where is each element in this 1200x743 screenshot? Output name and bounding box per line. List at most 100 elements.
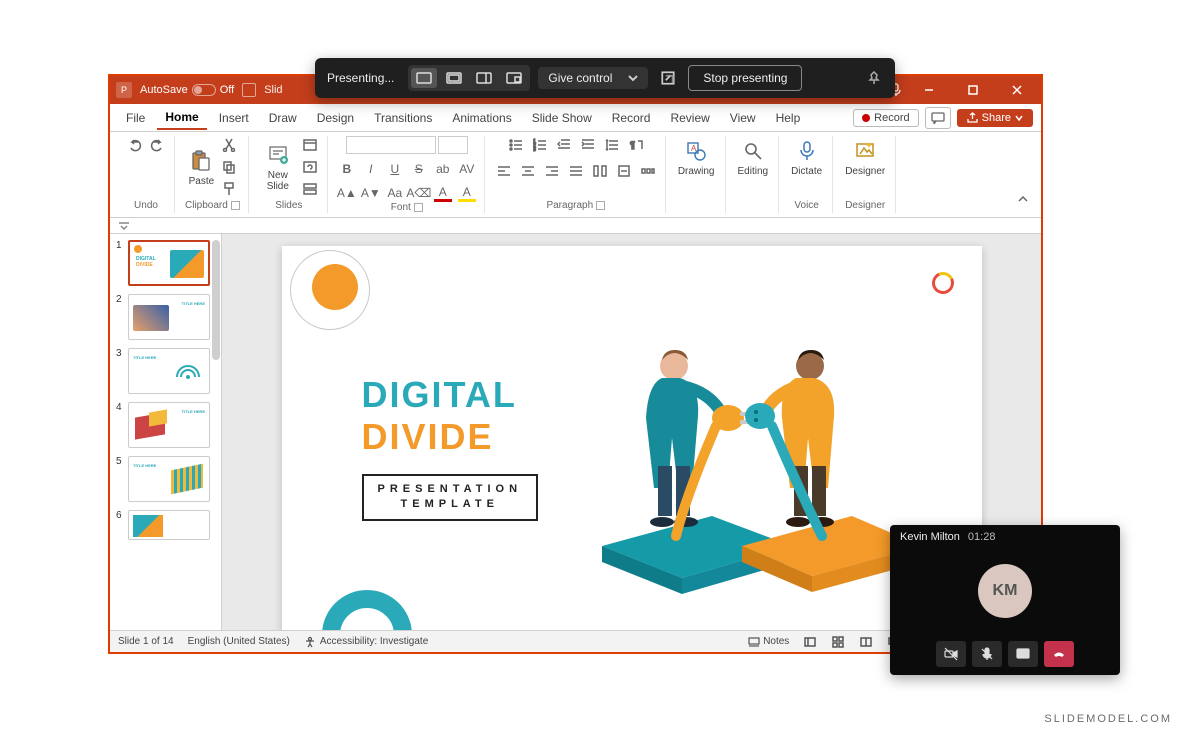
paste-button[interactable]: Paste	[186, 146, 216, 189]
strike-icon[interactable]: S	[410, 160, 428, 178]
bold-icon[interactable]: B	[338, 160, 356, 178]
slide-subtitle[interactable]: PRESENTATION TEMPLATE	[362, 474, 539, 521]
tab-animations[interactable]: Animations	[444, 107, 519, 129]
slide-thumb-2[interactable]: TITLE HERE	[128, 294, 210, 340]
tab-transitions[interactable]: Transitions	[366, 107, 440, 129]
tab-home[interactable]: Home	[157, 106, 206, 130]
align-text-icon[interactable]	[615, 162, 633, 180]
layout-icon[interactable]	[301, 136, 319, 154]
underline-icon[interactable]: U	[386, 160, 404, 178]
justify-icon[interactable]	[567, 162, 585, 180]
tab-record[interactable]: Record	[604, 107, 659, 129]
accessibility-status[interactable]: Accessibility: Investigate	[304, 636, 428, 648]
decrease-indent-icon[interactable]	[555, 136, 573, 154]
qat-overflow-icon[interactable]	[118, 220, 130, 232]
notes-button[interactable]: Notes	[748, 636, 789, 648]
scrollbar-thumb[interactable]	[212, 240, 220, 360]
pin-toolbar-icon[interactable]	[865, 69, 883, 87]
undo-icon[interactable]	[126, 136, 144, 154]
tab-slideshow[interactable]: Slide Show	[524, 107, 600, 129]
dialog-launcher-icon[interactable]	[596, 201, 605, 210]
slide-thumb-1[interactable]: DIGITAL DIVIDE	[128, 240, 210, 286]
stop-presenting-button[interactable]: Stop presenting	[688, 65, 802, 91]
group-voice: Dictate Voice	[781, 136, 833, 213]
slide-thumbnails-pane[interactable]: 1 DIGITAL DIVIDE 2 TITLE HERE 3 TITLE HE…	[110, 234, 222, 630]
slide-thumb-4[interactable]: TITLE HERE	[128, 402, 210, 448]
slide-title[interactable]: DIGITAL DIVIDE	[362, 374, 517, 458]
share-button[interactable]: Share	[957, 109, 1033, 127]
comments-button[interactable]	[925, 107, 951, 129]
grow-font-icon[interactable]: A▲	[338, 184, 356, 202]
new-slide-label: New Slide	[261, 170, 295, 192]
editing-button[interactable]: Editing	[736, 136, 771, 179]
reading-view-icon[interactable]	[859, 635, 873, 649]
give-control-dropdown[interactable]: Give control	[538, 67, 648, 89]
camera-off-button[interactable]	[936, 641, 966, 667]
font-family-select[interactable]	[346, 136, 436, 154]
save-icon[interactable]	[242, 83, 256, 97]
slide-thumb-3[interactable]: TITLE HERE	[128, 348, 210, 394]
layout-standard-icon[interactable]	[411, 68, 437, 88]
smartart-icon[interactable]	[639, 162, 657, 180]
italic-icon[interactable]: I	[362, 160, 380, 178]
copy-icon[interactable]	[220, 158, 238, 176]
call-participant-name: Kevin Milton	[900, 531, 960, 543]
font-color-icon[interactable]: A	[434, 184, 452, 202]
align-center-icon[interactable]	[519, 162, 537, 180]
tab-draw[interactable]: Draw	[261, 107, 305, 129]
mic-off-button[interactable]	[972, 641, 1002, 667]
teams-call-overlay[interactable]: Kevin Milton 01:28 KM	[890, 525, 1120, 675]
new-slide-button[interactable]: New Slide	[259, 140, 297, 194]
layout-content-only-icon[interactable]	[441, 68, 467, 88]
designer-button[interactable]: Designer	[843, 136, 887, 179]
slide-thumb-5[interactable]: TITLE HERE	[128, 456, 210, 502]
columns-icon[interactable]	[591, 162, 609, 180]
layout-side-by-side-icon[interactable]	[471, 68, 497, 88]
text-direction-icon[interactable]: ¶	[627, 136, 645, 154]
dictate-button[interactable]: Dictate	[789, 136, 824, 179]
normal-view-icon[interactable]	[803, 635, 817, 649]
slide-thumb-6[interactable]	[128, 510, 210, 540]
char-spacing-icon[interactable]: AV	[458, 160, 476, 178]
record-button[interactable]: Record	[853, 109, 918, 127]
dialog-launcher-icon[interactable]	[414, 203, 423, 212]
hang-up-button[interactable]	[1044, 641, 1074, 667]
tab-file[interactable]: File	[118, 107, 153, 129]
maximize-button[interactable]	[955, 76, 991, 104]
tab-design[interactable]: Design	[309, 107, 362, 129]
shrink-font-icon[interactable]: A▼	[362, 184, 380, 202]
pop-out-icon[interactable]	[656, 66, 680, 90]
tab-insert[interactable]: Insert	[211, 107, 257, 129]
line-spacing-icon[interactable]	[603, 136, 621, 154]
shadow-icon[interactable]: ab	[434, 160, 452, 178]
numbering-icon[interactable]: 123	[531, 136, 549, 154]
section-icon[interactable]	[301, 180, 319, 198]
tab-view[interactable]: View	[722, 107, 764, 129]
drawing-button[interactable]: A Drawing	[676, 136, 717, 179]
redo-icon[interactable]	[148, 136, 166, 154]
open-chat-button[interactable]	[1008, 641, 1038, 667]
highlight-icon[interactable]: A	[458, 184, 476, 202]
font-size-select[interactable]	[438, 136, 468, 154]
sorter-view-icon[interactable]	[831, 635, 845, 649]
layout-reporter-icon[interactable]	[501, 68, 527, 88]
reset-icon[interactable]	[301, 158, 319, 176]
language-status[interactable]: English (United States)	[188, 636, 290, 647]
cut-icon[interactable]	[220, 136, 238, 154]
bullets-icon[interactable]	[507, 136, 525, 154]
close-button[interactable]	[999, 76, 1035, 104]
collapse-ribbon-icon[interactable]	[1013, 190, 1033, 213]
clear-format-icon[interactable]: A⌫	[410, 184, 428, 202]
align-right-icon[interactable]	[543, 162, 561, 180]
tab-help[interactable]: Help	[768, 107, 809, 129]
dialog-launcher-icon[interactable]	[231, 201, 240, 210]
autosave-toggle[interactable]: AutoSave Off	[140, 84, 234, 96]
slide-canvas[interactable]: DIGITAL DIVIDE PRESENTATION TEMPLATE	[282, 246, 982, 630]
increase-indent-icon[interactable]	[579, 136, 597, 154]
minimize-button[interactable]	[911, 76, 947, 104]
align-left-icon[interactable]	[495, 162, 513, 180]
change-case-icon[interactable]: Aa	[386, 184, 404, 202]
group-voice-label: Voice	[794, 200, 818, 211]
tab-review[interactable]: Review	[662, 107, 717, 129]
format-painter-icon[interactable]	[220, 180, 238, 198]
